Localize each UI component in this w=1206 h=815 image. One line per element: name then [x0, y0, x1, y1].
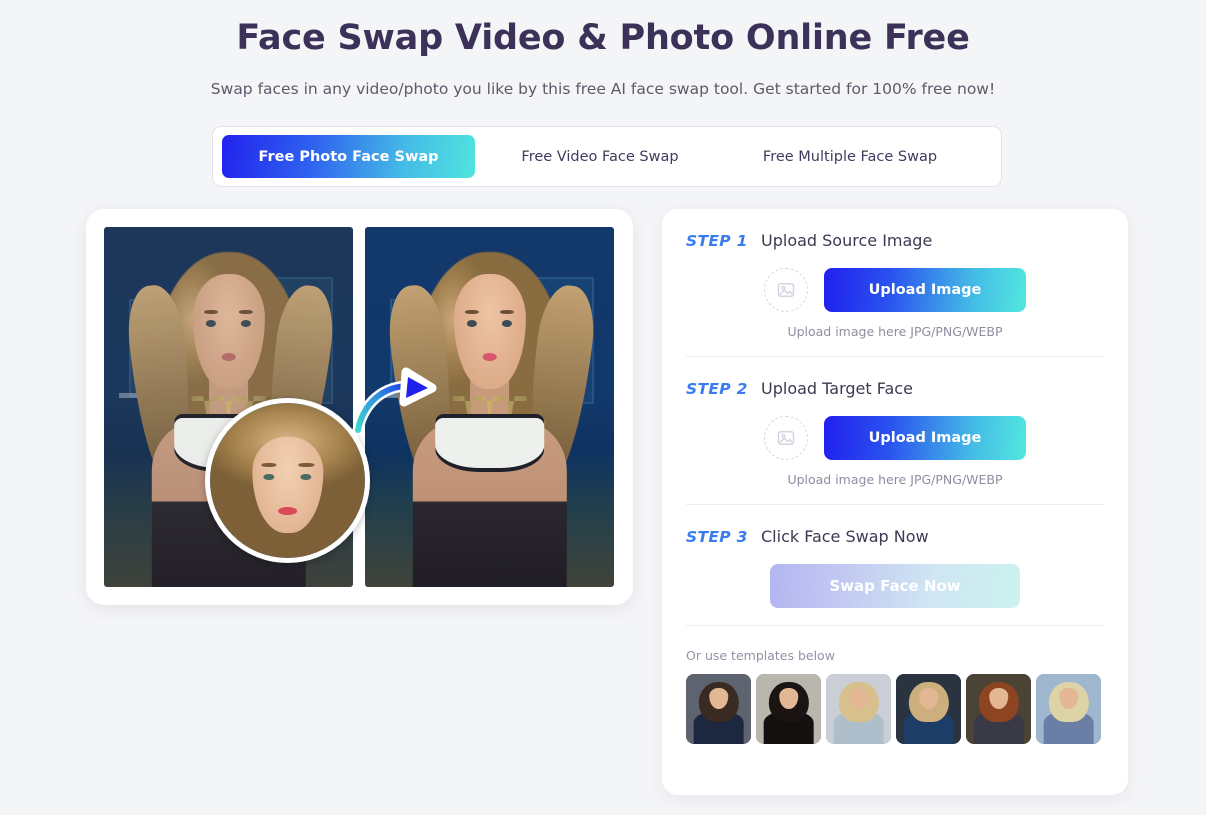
- swap-direction-arrow-icon: [352, 367, 437, 436]
- step-1-upload-image-button[interactable]: Upload Image: [824, 268, 1026, 312]
- template-thumbnail-list: [686, 674, 1104, 744]
- step-1-title: Upload Source Image: [761, 231, 933, 250]
- step-2-number: STEP 2: [686, 380, 748, 398]
- step-2-hint: Upload image here JPG/PNG/WEBP: [787, 472, 1003, 487]
- template-blond-man-football[interactable]: [1036, 674, 1101, 744]
- step-1: STEP 1 Upload Source Image Upload Image …: [686, 209, 1104, 357]
- page-title: Face Swap Video & Photo Online Free: [236, 18, 970, 58]
- mode-tab-bar: Free Photo Face Swap Free Video Face Swa…: [212, 126, 1002, 187]
- step-3-title: Click Face Swap Now: [761, 527, 929, 546]
- step-2-title: Upload Target Face: [761, 379, 913, 398]
- step-1-hint: Upload image here JPG/PNG/WEBP: [787, 324, 1003, 339]
- swap-face-now-button[interactable]: Swap Face Now: [770, 564, 1020, 608]
- template-warrior-redhead[interactable]: [966, 674, 1031, 744]
- templates-label: Or use templates below: [686, 648, 835, 663]
- tab-free-photo-face-swap[interactable]: Free Photo Face Swap: [222, 135, 475, 178]
- source-face-thumbnail: [205, 398, 370, 563]
- step-1-number: STEP 1: [686, 232, 748, 250]
- face-swap-page: Face Swap Video & Photo Online Free Swap…: [0, 0, 1206, 815]
- tab-free-multiple-face-swap[interactable]: Free Multiple Face Swap: [725, 135, 975, 178]
- step-2-upload-image-button[interactable]: Upload Image: [824, 416, 1026, 460]
- page-subtitle: Swap faces in any video/photo you like b…: [210, 80, 996, 98]
- template-woman-blonde-blue-dress[interactable]: [826, 674, 891, 744]
- template-captain-america[interactable]: [896, 674, 961, 744]
- image-placeholder-icon: [777, 431, 795, 445]
- template-woman-navy-sweater[interactable]: [686, 674, 751, 744]
- image-placeholder-icon: [777, 283, 795, 297]
- step-3-number: STEP 3: [686, 528, 748, 546]
- step-2-dropzone[interactable]: [764, 416, 808, 460]
- step-3: STEP 3 Click Face Swap Now Swap Face Now: [686, 505, 1104, 626]
- tab-free-video-face-swap[interactable]: Free Video Face Swap: [475, 135, 725, 178]
- steps-panel: STEP 1 Upload Source Image Upload Image …: [662, 209, 1128, 795]
- step-1-dropzone[interactable]: [764, 268, 808, 312]
- template-woman-black-dress[interactable]: [756, 674, 821, 744]
- step-2: STEP 2 Upload Target Face Upload Image U…: [686, 357, 1104, 505]
- step-3-divider: [686, 625, 1104, 626]
